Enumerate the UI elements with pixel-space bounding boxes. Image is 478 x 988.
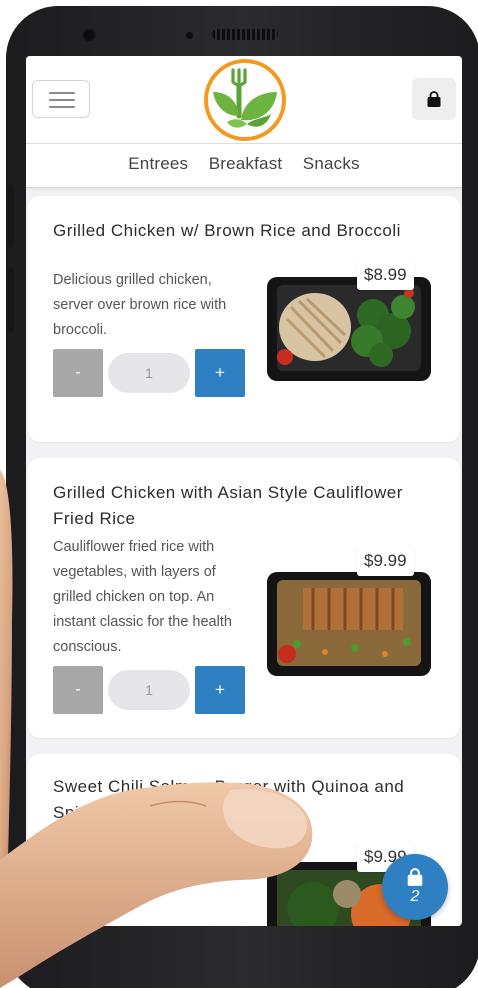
item-title: Grilled Chicken with Asian Style Caulifl… — [53, 483, 403, 528]
sensor-dot — [186, 32, 193, 39]
phone-side-button — [8, 184, 14, 248]
item-price: $9.99 — [357, 546, 414, 576]
item-description: Delicious grilled chicken, server over b… — [53, 272, 227, 338]
tab-snacks[interactable]: Snacks — [303, 154, 360, 174]
shopping-bag-icon — [427, 91, 441, 107]
shopping-bag-icon — [407, 868, 423, 886]
menu-item-card: Grilled Chicken with Asian Style Caulifl… — [28, 458, 460, 738]
app-screen: Entrees Breakfast Snacks Grilled Chicken… — [26, 56, 462, 926]
item-price: $8.99 — [357, 260, 414, 290]
front-camera — [82, 28, 96, 42]
item-description: Fresh — [53, 834, 91, 850]
cart-count-badge: 2 — [410, 888, 420, 905]
phone-top-bezel — [26, 16, 466, 56]
floating-cart-button[interactable]: 2 — [382, 854, 448, 920]
app-header — [26, 56, 462, 144]
cart-button[interactable] — [412, 78, 456, 120]
item-title: Sweet Chili Salmon Burger with Quinoa an… — [53, 777, 405, 822]
earpiece-speaker — [212, 29, 278, 40]
phone-bottom-bezel — [26, 926, 462, 988]
tab-entrees[interactable]: Entrees — [128, 154, 188, 174]
menu-item-card: Grilled Chicken w/ Brown Rice and Brocco… — [28, 196, 460, 442]
item-description: Cauliflower fried rice with vegetables, … — [53, 539, 232, 655]
meal-tray-image — [267, 572, 431, 676]
decrease-quantity-button[interactable]: - — [53, 349, 103, 397]
category-tabs: Entrees Breakfast Snacks — [26, 144, 462, 188]
increase-quantity-button[interactable]: + — [195, 349, 245, 397]
item-title: Grilled Chicken w/ Brown Rice and Brocco… — [53, 221, 401, 240]
quantity-control: - 1 + — [53, 666, 245, 714]
quantity-input[interactable]: 1 — [108, 670, 190, 710]
brand-logo[interactable] — [203, 58, 287, 142]
tab-breakfast[interactable]: Breakfast — [209, 154, 283, 174]
quantity-input[interactable]: 1 — [108, 353, 190, 393]
phone-side-button — [8, 268, 14, 332]
decrease-quantity-button[interactable]: - — [53, 666, 103, 714]
increase-quantity-button[interactable]: + — [195, 666, 245, 714]
menu-button[interactable] — [32, 80, 90, 118]
quantity-control: - 1 + — [53, 349, 245, 397]
